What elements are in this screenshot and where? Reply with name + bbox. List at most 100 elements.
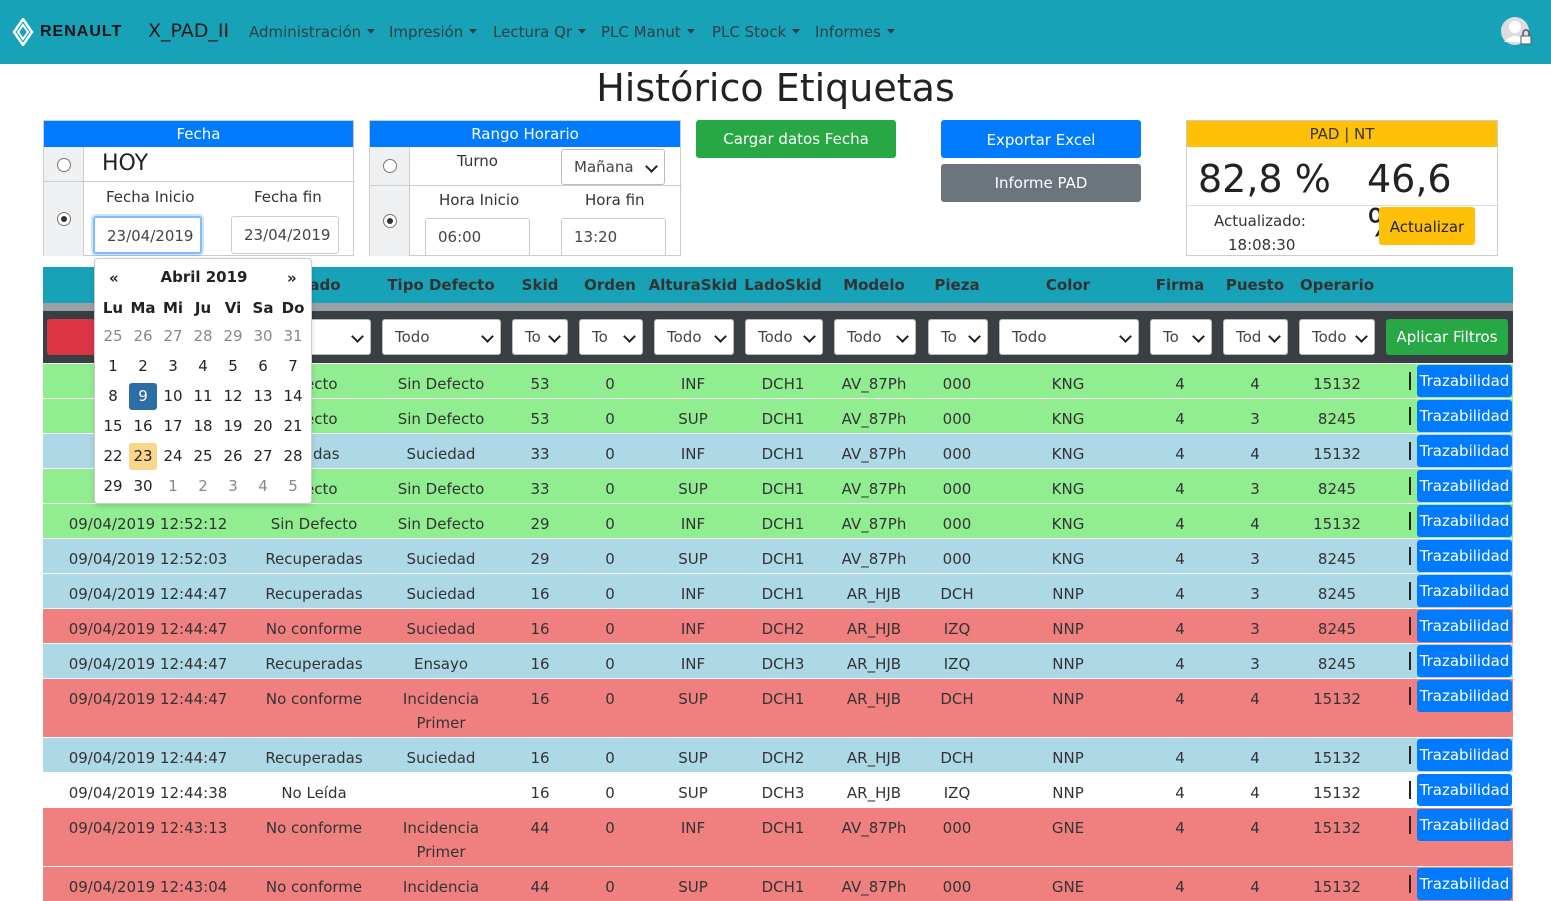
trazabilidad-button[interactable]: Trazabilidad <box>1417 435 1512 467</box>
filter-pieza[interactable]: To <box>928 319 988 355</box>
filter-color[interactable]: Todo <box>999 319 1139 355</box>
trazabilidad-button[interactable]: Trazabilidad <box>1417 540 1512 572</box>
radio-hoy[interactable] <box>57 158 71 172</box>
col-header-lado-skid[interactable]: LadoSkid <box>744 276 821 294</box>
trazabilidad-button[interactable]: Trazabilidad <box>1417 505 1512 537</box>
col-header-skid[interactable]: Skid <box>522 276 559 294</box>
calendar-title[interactable]: Abril 2019 <box>95 268 313 286</box>
col-header-puesto[interactable]: Puesto <box>1226 276 1284 294</box>
calendar-day[interactable]: 10 <box>159 383 187 410</box>
calendar-day[interactable]: 25 <box>99 323 127 350</box>
hora-fin-input[interactable]: 13:20 <box>561 218 666 256</box>
calendar-day[interactable]: 22 <box>99 443 127 470</box>
calendar-day[interactable]: 5 <box>219 353 247 380</box>
radio-rango-fechas[interactable] <box>57 212 71 226</box>
calendar-day[interactable]: 15 <box>99 413 127 440</box>
calendar-day[interactable]: 29 <box>99 473 127 500</box>
calendar-day[interactable]: 4 <box>249 473 277 500</box>
calendar-day[interactable]: 7 <box>279 353 307 380</box>
filter-orden[interactable]: To <box>579 319 643 355</box>
menu-plc-stock[interactable]: PLC Stock <box>712 23 801 41</box>
trazabilidad-button[interactable]: Trazabilidad <box>1417 470 1512 502</box>
table-row[interactable]: 09/04/2019 12:44:38 No Leída 16 0 SUP DCH3 AR_… <box>43 772 1513 807</box>
col-header-estado[interactable]: ado <box>309 276 340 294</box>
radio-rango-horas[interactable] <box>383 214 397 228</box>
aplicar-filtros-button[interactable]: Aplicar Filtros <box>1386 319 1508 355</box>
filter-tipo-defecto[interactable]: Todo <box>382 319 501 355</box>
calendar-day[interactable]: 25 <box>189 443 217 470</box>
filter-puesto[interactable]: Tod <box>1223 319 1288 355</box>
radio-turno[interactable] <box>383 159 397 173</box>
trazabilidad-button[interactable]: Trazabilidad <box>1417 774 1512 806</box>
calendar-day[interactable]: 1 <box>159 473 187 500</box>
filter-modelo[interactable]: Todo <box>834 319 916 355</box>
exportar-excel-button[interactable]: Exportar Excel <box>941 120 1141 158</box>
col-header-modelo[interactable]: Modelo <box>843 276 905 294</box>
calendar-day[interactable]: 9 <box>129 383 157 410</box>
user-lock-icon[interactable] <box>1500 14 1534 48</box>
fecha-inicio-input[interactable]: 23/04/2019 <box>93 216 202 254</box>
col-header-operario[interactable]: Operario <box>1300 276 1374 294</box>
table-row[interactable]: 09/04/2019 12:52:12 Sin Defecto Sin Defect… <box>43 503 1513 538</box>
calendar-day[interactable]: 28 <box>189 323 217 350</box>
filter-firma[interactable]: To <box>1150 319 1212 355</box>
calendar-day[interactable]: 16 <box>129 413 157 440</box>
calendar-day[interactable]: 24 <box>159 443 187 470</box>
calendar-day[interactable]: 6 <box>249 353 277 380</box>
calendar-day[interactable]: 2 <box>129 353 157 380</box>
calendar-day[interactable]: 12 <box>219 383 247 410</box>
menu-plc-manut[interactable]: PLC Manut <box>601 23 695 41</box>
trazabilidad-button[interactable]: Trazabilidad <box>1417 365 1512 397</box>
calendar-day[interactable]: 27 <box>159 323 187 350</box>
calendar-day[interactable]: 20 <box>249 413 277 440</box>
app-title[interactable]: X_PAD_II <box>148 20 229 42</box>
calendar-day[interactable]: 4 <box>189 353 217 380</box>
calendar-day[interactable]: 21 <box>279 413 307 440</box>
calendar-day[interactable]: 1 <box>99 353 127 380</box>
table-row[interactable]: 09/04/2019 12:43:04 No conforme Incidencia… <box>43 866 1513 901</box>
table-row[interactable]: 09/04/2019 12:44:47 No conforme Incidencia… <box>43 678 1513 737</box>
cargar-datos-button[interactable]: Cargar datos Fecha <box>696 120 896 158</box>
menu-administracion[interactable]: Administración <box>249 23 376 41</box>
calendar-day[interactable]: 17 <box>159 413 187 440</box>
calendar-day[interactable]: 19 <box>219 413 247 440</box>
col-header-pieza[interactable]: Pieza <box>934 276 979 294</box>
filter-operario[interactable]: Todo <box>1299 319 1375 355</box>
table-row[interactable]: 09/04/2019 12:52:03 Recuperadas Suciedad 29… <box>43 538 1513 573</box>
col-header-color[interactable]: Color <box>1046 276 1090 294</box>
next-month-button[interactable]: » <box>287 269 297 287</box>
actualizar-button[interactable]: Actualizar <box>1379 207 1475 245</box>
menu-informes[interactable]: Informes <box>815 23 895 41</box>
calendar-day[interactable]: 30 <box>129 473 157 500</box>
calendar-day[interactable]: 31 <box>279 323 307 350</box>
menu-lectura-qr[interactable]: Lectura Qr <box>493 23 587 41</box>
informe-pad-button[interactable]: Informe PAD <box>941 164 1141 202</box>
table-row[interactable]: 09/04/2019 12:44:47 Recuperadas Ensayo 16 0 I… <box>43 643 1513 678</box>
brand[interactable]: RENAULT <box>12 18 122 46</box>
trazabilidad-button[interactable]: Trazabilidad <box>1417 680 1512 712</box>
col-header-tipo-defecto[interactable]: Tipo Defecto <box>387 276 494 294</box>
calendar-day[interactable]: 26 <box>219 443 247 470</box>
calendar-day[interactable]: 2 <box>189 473 217 500</box>
filter-altura-skid[interactable]: Todo <box>654 319 734 355</box>
calendar-day[interactable]: 13 <box>249 383 277 410</box>
calendar-day[interactable]: 29 <box>219 323 247 350</box>
calendar-day[interactable]: 8 <box>99 383 127 410</box>
trazabilidad-button[interactable]: Trazabilidad <box>1417 645 1512 677</box>
calendar-day[interactable]: 5 <box>279 473 307 500</box>
trazabilidad-button[interactable]: Trazabilidad <box>1417 575 1512 607</box>
calendar-day[interactable]: 3 <box>219 473 247 500</box>
col-header-orden[interactable]: Orden <box>584 276 636 294</box>
trazabilidad-button[interactable]: Trazabilidad <box>1417 610 1512 642</box>
turno-select[interactable]: Mañana <box>561 149 665 185</box>
calendar-day[interactable]: 18 <box>189 413 217 440</box>
menu-impresion[interactable]: Impresión <box>389 23 478 41</box>
calendar-day[interactable]: 23 <box>129 443 157 470</box>
trazabilidad-button[interactable]: Trazabilidad <box>1417 868 1512 900</box>
calendar-day[interactable]: 11 <box>189 383 217 410</box>
trazabilidad-button[interactable]: Trazabilidad <box>1417 400 1512 432</box>
filter-skid[interactable]: To <box>512 319 568 355</box>
calendar-day[interactable]: 27 <box>249 443 277 470</box>
calendar-day[interactable]: 26 <box>129 323 157 350</box>
table-row[interactable]: 09/04/2019 12:44:47 Recuperadas Suciedad 16… <box>43 573 1513 608</box>
